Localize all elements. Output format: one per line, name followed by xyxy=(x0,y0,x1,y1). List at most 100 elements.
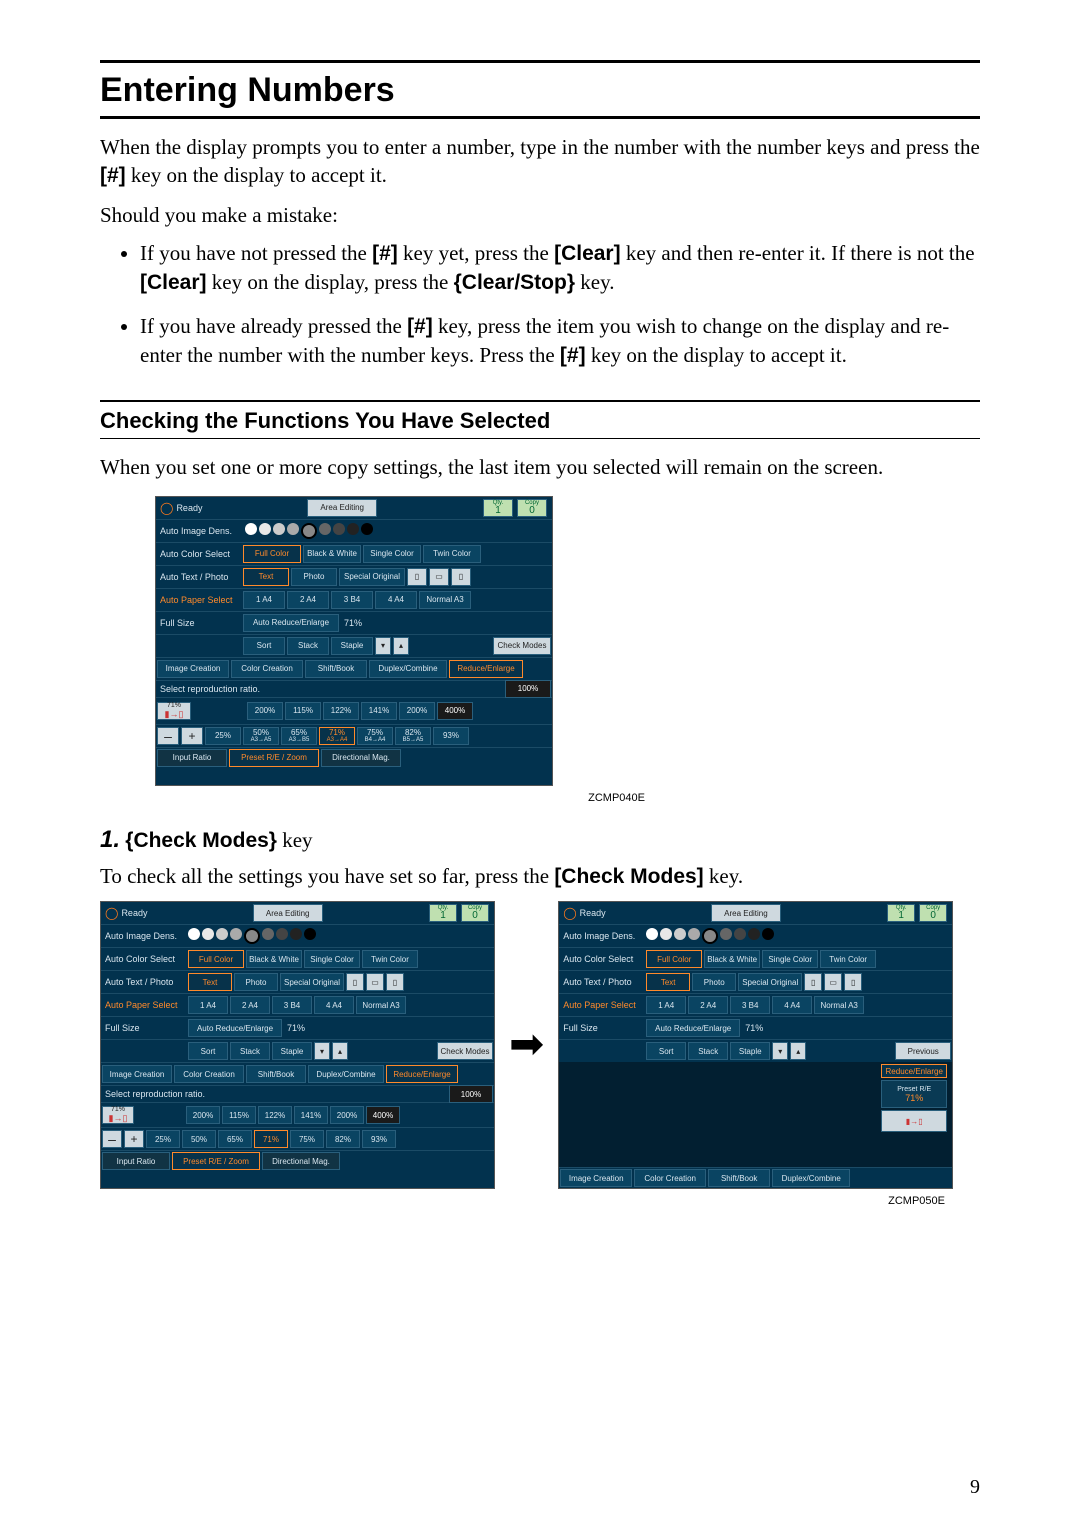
reduce-enlarge-side[interactable]: Reduce/Enlarge xyxy=(881,1064,947,1078)
preset-122[interactable]: 122% xyxy=(323,702,359,720)
text-button[interactable]: Text xyxy=(646,973,690,991)
tray-3-b4[interactable]: 3 B4 xyxy=(331,591,373,609)
density-dot[interactable] xyxy=(262,928,274,940)
orientation-icon[interactable]: ▭ xyxy=(824,973,842,991)
preset-93[interactable]: 93% xyxy=(362,1130,396,1148)
black-white-button[interactable]: Black & White xyxy=(303,545,361,563)
preset-65[interactable]: 65% xyxy=(218,1130,252,1148)
color-creation-button[interactable]: Color Creation xyxy=(174,1065,244,1083)
auto-reduce-enlarge-button[interactable]: Auto Reduce/Enlarge xyxy=(646,1019,740,1037)
preset-200[interactable]: 200% xyxy=(247,702,283,720)
tray-2-a4[interactable]: 2 A4 xyxy=(688,996,728,1014)
density-dot[interactable] xyxy=(674,928,686,940)
area-editing-button[interactable]: Area Editing xyxy=(711,904,781,922)
tray-normal-a3[interactable]: Normal A3 xyxy=(356,996,406,1014)
preset-200b[interactable]: 200% xyxy=(330,1106,364,1124)
text-button[interactable]: Text xyxy=(243,568,289,586)
density-dot[interactable] xyxy=(646,928,658,940)
black-white-button[interactable]: Black & White xyxy=(246,950,302,968)
plus-button[interactable]: + xyxy=(124,1130,144,1148)
preset-75[interactable]: 75% xyxy=(290,1130,324,1148)
face-up-icon[interactable]: ▴ xyxy=(393,637,409,655)
density-dot[interactable] xyxy=(290,928,302,940)
preset-141[interactable]: 141% xyxy=(294,1106,328,1124)
density-dot[interactable] xyxy=(188,928,200,940)
image-creation-button[interactable]: Image Creation xyxy=(560,1169,632,1187)
color-creation-button[interactable]: Color Creation xyxy=(231,660,303,678)
area-editing-button[interactable]: Area Editing xyxy=(307,499,377,517)
duplex-combine-button[interactable]: Duplex/Combine xyxy=(308,1065,384,1083)
preset-400[interactable]: 400% xyxy=(437,702,473,720)
single-color-button[interactable]: Single Color xyxy=(304,950,360,968)
ratio-100-button[interactable]: 100% xyxy=(505,680,551,698)
auto-reduce-enlarge-button[interactable]: Auto Reduce/Enlarge xyxy=(243,614,339,632)
area-editing-button[interactable]: Area Editing xyxy=(253,904,323,922)
density-dot[interactable] xyxy=(287,523,299,535)
twin-color-button[interactable]: Twin Color xyxy=(820,950,876,968)
preset-zoom-tab[interactable]: Preset R/E / Zoom xyxy=(172,1152,260,1170)
face-down-icon[interactable]: ▾ xyxy=(314,1042,330,1060)
tray-1-a4[interactable]: 1 A4 xyxy=(646,996,686,1014)
color-creation-button[interactable]: Color Creation xyxy=(634,1169,706,1187)
reduce-enlarge-button[interactable]: Reduce/Enlarge xyxy=(386,1065,458,1083)
photo-button[interactable]: Photo xyxy=(692,973,736,991)
input-ratio-tab[interactable]: Input Ratio xyxy=(173,753,212,762)
density-dot[interactable] xyxy=(333,523,345,535)
density-dot[interactable] xyxy=(734,928,746,940)
full-color-button[interactable]: Full Color xyxy=(188,950,244,968)
face-down-icon[interactable]: ▾ xyxy=(772,1042,788,1060)
directional-mag-tab[interactable]: Directional Mag. xyxy=(321,749,401,767)
photo-button[interactable]: Photo xyxy=(234,973,278,991)
preset-122[interactable]: 122% xyxy=(258,1106,292,1124)
reduce-enlarge-button[interactable]: Reduce/Enlarge xyxy=(449,660,523,678)
orientation-icon[interactable]: ▭ xyxy=(429,568,449,586)
special-original-button[interactable]: Special Original xyxy=(738,973,802,991)
ratio-100-button[interactable]: 100% xyxy=(449,1085,493,1103)
stack-button[interactable]: Stack xyxy=(688,1042,728,1060)
preset-115[interactable]: 115% xyxy=(222,1106,256,1124)
tray-normal-a3[interactable]: Normal A3 xyxy=(419,591,471,609)
single-color-button[interactable]: Single Color xyxy=(363,545,421,563)
staple-button[interactable]: Staple xyxy=(331,637,373,655)
preset-71[interactable]: 71% xyxy=(254,1130,288,1148)
density-dot[interactable] xyxy=(748,928,760,940)
input-ratio-tab[interactable]: Input Ratio xyxy=(102,1152,170,1170)
face-down-icon[interactable]: ▾ xyxy=(375,637,391,655)
preset-zoom-tab[interactable]: Preset R/E / Zoom xyxy=(229,749,319,767)
density-dot[interactable] xyxy=(762,928,774,940)
preset-50[interactable]: 50% xyxy=(182,1130,216,1148)
staple-button[interactable]: Staple xyxy=(272,1042,312,1060)
orientation-icon[interactable]: ▯ xyxy=(386,973,404,991)
staple-button[interactable]: Staple xyxy=(730,1042,770,1060)
preset-400[interactable]: 400% xyxy=(366,1106,400,1124)
tray-1-a4[interactable]: 1 A4 xyxy=(243,591,285,609)
orientation-icon[interactable]: ▯ xyxy=(844,973,862,991)
tray-2-a4[interactable]: 2 A4 xyxy=(287,591,329,609)
twin-color-button[interactable]: Twin Color xyxy=(362,950,418,968)
preset-141[interactable]: 141% xyxy=(361,702,397,720)
twin-color-button[interactable]: Twin Color xyxy=(423,545,481,563)
orientation-icon[interactable]: ▯ xyxy=(804,973,822,991)
face-up-icon[interactable]: ▴ xyxy=(790,1042,806,1060)
special-original-button[interactable]: Special Original xyxy=(280,973,344,991)
check-modes-button[interactable]: Check Modes xyxy=(493,637,551,655)
density-dot[interactable] xyxy=(361,523,373,535)
minus-button[interactable]: – xyxy=(102,1130,122,1148)
previous-button[interactable]: Previous xyxy=(895,1042,951,1060)
tray-normal-a3[interactable]: Normal A3 xyxy=(814,996,864,1014)
tray-3-b4[interactable]: 3 B4 xyxy=(730,996,770,1014)
sort-button[interactable]: Sort xyxy=(188,1042,228,1060)
shift-book-button[interactable]: Shift/Book xyxy=(305,660,367,678)
duplex-combine-button[interactable]: Duplex/Combine xyxy=(772,1169,850,1187)
tray-1-a4[interactable]: 1 A4 xyxy=(188,996,228,1014)
density-dot[interactable] xyxy=(216,928,228,940)
density-dot[interactable] xyxy=(660,928,672,940)
orientation-icon[interactable]: ▯ xyxy=(346,973,364,991)
plus-button[interactable]: + xyxy=(181,727,203,745)
density-dot[interactable] xyxy=(259,523,271,535)
density-dot[interactable] xyxy=(202,928,214,940)
black-white-button[interactable]: Black & White xyxy=(704,950,760,968)
density-dot-selected[interactable] xyxy=(702,928,718,944)
density-dot[interactable] xyxy=(245,523,257,535)
density-dot[interactable] xyxy=(347,523,359,535)
